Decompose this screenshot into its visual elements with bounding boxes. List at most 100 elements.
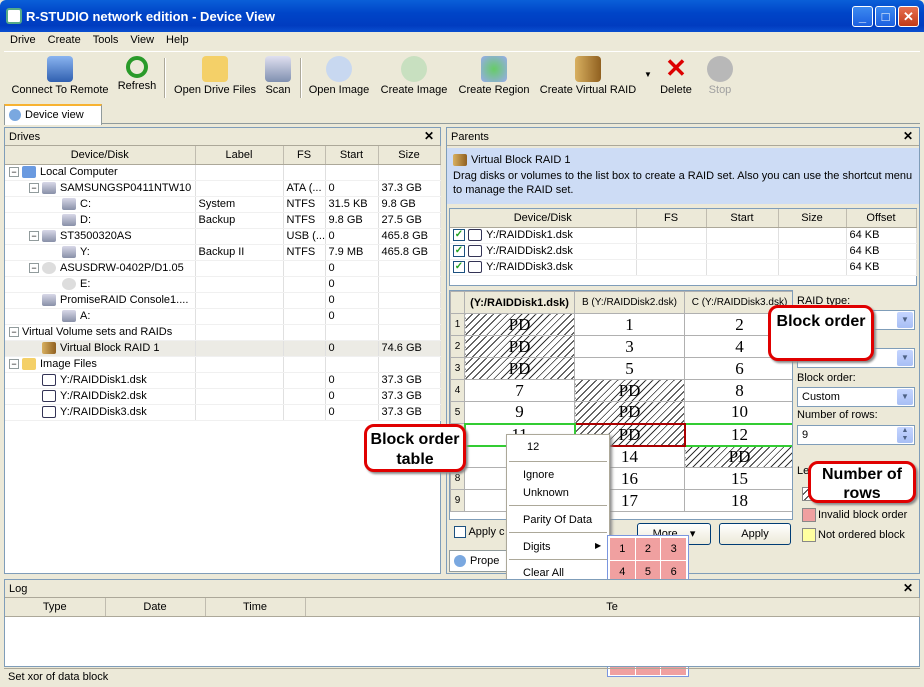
col-time[interactable]: Time	[205, 598, 306, 617]
drive-row[interactable]: − SAMSUNGSP0411NTW10 ATA (... 0 37.3 GB	[5, 180, 441, 197]
tab-device-view[interactable]: Device view	[4, 104, 102, 125]
col-start[interactable]: Start	[706, 209, 779, 228]
raid-disk-row[interactable]: ✓ Y:/RAIDDisk2.dsk 64 KB	[450, 243, 917, 260]
expand-icon[interactable]: −	[9, 359, 19, 370]
close-icon[interactable]: ✕	[903, 581, 913, 595]
grid-cell[interactable]: 8	[684, 379, 792, 402]
scan-button[interactable]: Scan	[260, 56, 296, 96]
col-text[interactable]: Te	[305, 598, 920, 617]
col-fs[interactable]: FS	[636, 209, 707, 228]
col-offset[interactable]: Offset	[846, 209, 917, 228]
grid-row[interactable]: 9 17 18	[450, 489, 792, 512]
menu-digits[interactable]: Digits	[523, 541, 551, 553]
grid-cell[interactable]: PD	[684, 445, 792, 468]
col-size[interactable]: Size	[378, 146, 441, 165]
grid-cell[interactable]: PD	[464, 357, 575, 380]
grid-col-b[interactable]: B (Y:/RAIDDisk2.dsk)	[574, 291, 685, 314]
block-order-select[interactable]: Custom ▼	[797, 387, 915, 407]
digit-cell[interactable]: 3	[660, 537, 687, 561]
expand-icon[interactable]: −	[9, 167, 19, 178]
grid-cell[interactable]: PD	[464, 313, 575, 336]
grid-cell[interactable]: 5	[574, 357, 685, 380]
col-fs[interactable]: FS	[283, 146, 326, 165]
checkbox-checked-icon[interactable]: ✓	[453, 245, 465, 258]
menu-view[interactable]: View	[124, 32, 160, 48]
digit-cell[interactable]: 1	[609, 537, 636, 561]
expand-icon[interactable]: −	[29, 231, 39, 242]
grid-row[interactable]: 8 16 15	[450, 467, 792, 490]
col-device[interactable]: Device/Disk	[5, 146, 196, 165]
digit-cell[interactable]: 2	[634, 537, 662, 561]
raid-disk-row[interactable]: ✓ Y:/RAIDDisk1.dsk 64 KB	[450, 227, 917, 244]
minimize-button[interactable]: _	[852, 6, 873, 27]
drive-row[interactable]: − ST3500320AS USB (... 0 465.8 GB	[5, 228, 441, 245]
raid-disk-row[interactable]: ✓ Y:/RAIDDisk3.dsk 64 KB	[450, 259, 917, 276]
grid-row[interactable]: 71314PD	[450, 445, 792, 468]
block-order-table[interactable]: (Y:/RAIDDisk1.dsk) B (Y:/RAIDDisk2.dsk) C …	[449, 290, 793, 520]
grid-cell[interactable]: 18	[684, 489, 792, 512]
grid-cell[interactable]: PD	[574, 401, 685, 424]
grid-row[interactable]: 2 PD 3 4	[450, 335, 792, 358]
menu-ignore[interactable]: Ignore	[523, 469, 554, 481]
grid-cell[interactable]: 15	[684, 467, 792, 490]
apply-checkbox[interactable]: Apply c	[454, 526, 505, 539]
drive-row[interactable]: E: 0	[5, 276, 441, 293]
create-image-button[interactable]: Create Image	[378, 56, 450, 96]
drive-row[interactable]: PromiseRAID Console1.... 0	[5, 292, 441, 309]
grid-cell[interactable]: 10	[684, 401, 792, 424]
grid-col-a[interactable]: (Y:/RAIDDisk1.dsk)	[464, 291, 575, 314]
tab-properties[interactable]: Prope	[449, 550, 509, 572]
drive-row[interactable]: − ASUSDRW-0402P/D1.05 0	[5, 260, 441, 277]
chevron-down-icon[interactable]: ▼	[644, 70, 652, 79]
grid-cell[interactable]: PD	[464, 335, 575, 358]
grid-cell[interactable]: PD	[574, 379, 685, 402]
menu-parity[interactable]: Parity Of Data	[523, 514, 592, 526]
refresh-button[interactable]: Refresh	[114, 56, 160, 92]
apply-button[interactable]: Apply	[719, 523, 791, 545]
menu-tools[interactable]: Tools	[87, 32, 125, 48]
grid-cell[interactable]: 7	[464, 379, 575, 402]
create-region-button[interactable]: Create Region	[456, 56, 532, 96]
close-icon[interactable]: ✕	[424, 129, 434, 143]
drive-row[interactable]: Y:/RAIDDisk3.dsk 0 37.3 GB	[5, 404, 441, 421]
grid-row[interactable]: 3 PD 5 6	[450, 357, 792, 380]
col-label[interactable]: Label	[195, 146, 284, 165]
drive-row[interactable]: − Image Files	[5, 356, 441, 373]
grid-cell[interactable]: 1	[574, 313, 685, 336]
menu-create[interactable]: Create	[42, 32, 87, 48]
delete-button[interactable]: ✕ Delete	[656, 55, 696, 96]
col-type[interactable]: Type	[5, 598, 106, 617]
drive-row[interactable]: Virtual Block RAID 1 0 74.6 GB	[5, 340, 441, 357]
drive-row[interactable]: C: System NTFS 31.5 KB 9.8 GB	[5, 196, 441, 213]
expand-icon[interactable]: −	[9, 327, 19, 338]
expand-icon[interactable]: −	[29, 183, 39, 194]
grid-cell[interactable]: 3	[574, 335, 685, 358]
create-virtual-raid-button[interactable]: Create Virtual RAID	[538, 56, 638, 96]
menu-help[interactable]: Help	[160, 32, 195, 48]
checkbox-checked-icon[interactable]: ✓	[453, 229, 465, 242]
drive-row[interactable]: Y:/RAIDDisk2.dsk 0 37.3 GB	[5, 388, 441, 405]
drive-row[interactable]: Y:/RAIDDisk1.dsk 0 37.3 GB	[5, 372, 441, 389]
checkbox-checked-icon[interactable]: ✓	[453, 261, 465, 274]
drive-row[interactable]: D: Backup NTFS 9.8 GB 27.5 GB	[5, 212, 441, 229]
expand-icon[interactable]: −	[29, 263, 39, 274]
menu-clear-all[interactable]: Clear All	[523, 567, 564, 579]
grid-row[interactable]: 1 PD 1 2	[450, 313, 792, 336]
col-size[interactable]: Size	[778, 209, 847, 228]
open-drive-files-button[interactable]: Open Drive Files	[172, 56, 258, 96]
drive-row[interactable]: A: 0	[5, 308, 441, 325]
open-image-button[interactable]: Open Image	[306, 56, 372, 96]
drive-row[interactable]: Y: Backup II NTFS 7.9 MB 465.8 GB	[5, 244, 441, 261]
grid-cell[interactable]: 12	[683, 422, 792, 447]
grid-row[interactable]: 4 7 PD 8	[450, 379, 792, 402]
close-icon[interactable]: ✕	[903, 129, 913, 143]
menu-unknown[interactable]: Unknown	[523, 487, 569, 499]
menu-drive[interactable]: Drive	[4, 32, 42, 48]
drive-row[interactable]: − Local Computer	[5, 164, 441, 181]
rows-spinner[interactable]: 9 ▲ ▼	[797, 425, 915, 445]
maximize-button[interactable]: □	[875, 6, 896, 27]
col-start[interactable]: Start	[325, 146, 379, 165]
stop-button[interactable]: Stop	[702, 56, 738, 96]
col-device[interactable]: Device/Disk	[450, 209, 637, 228]
col-date[interactable]: Date	[105, 598, 206, 617]
